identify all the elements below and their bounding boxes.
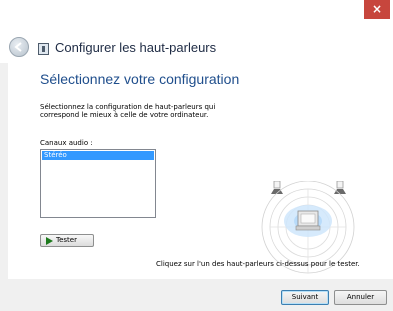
next-button[interactable]: Suivant	[281, 290, 329, 305]
audio-channels-label: Canaux audio :	[40, 139, 93, 147]
content-panel: Sélectionnez votre configuration Sélecti…	[8, 63, 393, 279]
speaker-setup-window: × Configurer les haut-parleurs Sélection…	[0, 0, 393, 311]
speaker-settings-icon	[38, 43, 49, 55]
audio-channels-list[interactable]: Stéréo	[40, 149, 156, 218]
play-icon	[46, 237, 53, 245]
test-hint-text: Cliquez sur l'un des haut-parleurs ci-de…	[156, 260, 360, 268]
page-heading: Sélectionnez votre configuration	[40, 71, 240, 87]
instruction-text: Sélectionnez la configuration de haut-pa…	[40, 103, 216, 119]
close-button[interactable]: ×	[364, 0, 390, 19]
test-button[interactable]: Tester	[40, 234, 94, 247]
window-title: Configurer les haut-parleurs	[55, 40, 217, 55]
left-speaker-icon[interactable]	[271, 181, 283, 194]
test-button-label: Tester	[56, 236, 77, 244]
right-speaker-icon[interactable]	[334, 181, 346, 194]
title-bar: ×	[0, 0, 393, 27]
cancel-button[interactable]: Annuler	[334, 290, 387, 305]
list-item-stereo[interactable]: Stéréo	[42, 151, 154, 160]
wizard-header: Configurer les haut-parleurs	[0, 27, 393, 63]
back-button[interactable]	[9, 37, 29, 57]
back-arrow-icon	[14, 42, 22, 52]
